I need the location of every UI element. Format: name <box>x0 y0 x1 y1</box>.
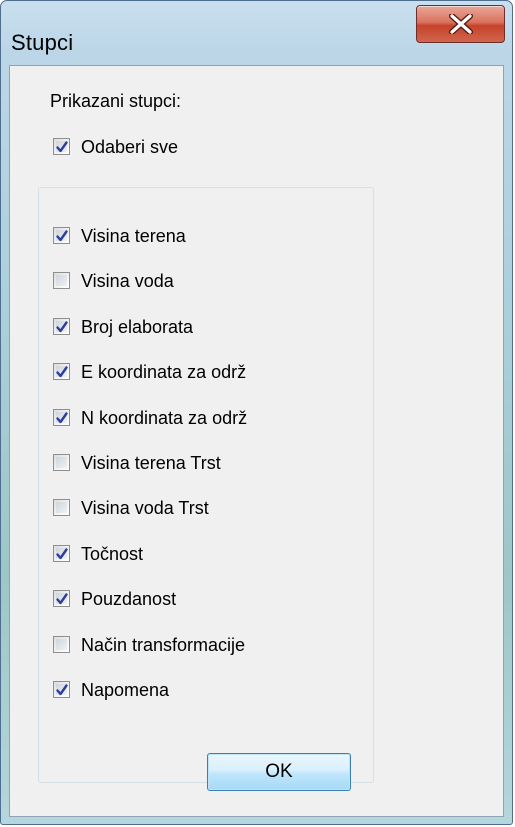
checkmark-icon <box>56 412 68 424</box>
column-label[interactable]: N koordinata za održ <box>81 408 247 429</box>
checkmark-icon <box>56 321 68 333</box>
column-checkbox[interactable] <box>53 409 70 426</box>
title-bar[interactable]: Stupci <box>1 1 512 65</box>
column-checkbox[interactable] <box>53 227 70 244</box>
column-checkbox[interactable] <box>53 318 70 335</box>
checkmark-icon <box>56 366 68 378</box>
checkmark-icon <box>56 593 68 605</box>
select-all-checkbox[interactable] <box>53 138 70 155</box>
checkmark-icon <box>56 141 68 153</box>
column-label[interactable]: Napomena <box>81 680 169 701</box>
column-label[interactable]: Način transformacije <box>81 635 245 656</box>
column-label[interactable]: Pouzdanost <box>81 589 176 610</box>
column-label[interactable]: Visina voda <box>81 271 174 292</box>
window-title: Stupci <box>11 30 74 55</box>
column-checkbox[interactable] <box>53 590 70 607</box>
column-checkbox[interactable] <box>53 681 70 698</box>
column-label[interactable]: Visina voda Trst <box>81 498 209 519</box>
column-label[interactable]: Visina terena Trst <box>81 453 221 474</box>
dialog-body: Prikazani stupci: Odaberi sve Visina ter… <box>9 65 504 817</box>
column-checkbox[interactable] <box>53 499 70 516</box>
column-checkbox[interactable] <box>53 636 70 653</box>
column-label[interactable]: Visina terena <box>81 226 186 247</box>
column-label[interactable]: E koordinata za održ <box>81 362 246 383</box>
shown-columns-label: Prikazani stupci: <box>50 91 182 111</box>
column-checkbox[interactable] <box>53 545 70 562</box>
ok-button[interactable]: OK <box>207 753 351 791</box>
column-checkbox[interactable] <box>53 272 70 289</box>
column-checkbox[interactable] <box>53 363 70 380</box>
dialog-window: Stupci Prikazani stupci: Odaberi sve Vis… <box>0 0 513 825</box>
checkmark-icon <box>56 684 68 696</box>
select-all-label[interactable]: Odaberi sve <box>81 137 178 158</box>
column-label[interactable]: Točnost <box>81 544 143 565</box>
checkmark-icon <box>56 548 68 560</box>
column-label[interactable]: Broj elaborata <box>81 317 193 338</box>
close-button[interactable] <box>416 5 505 43</box>
checkmark-icon <box>56 230 68 242</box>
column-checkbox[interactable] <box>53 454 70 471</box>
close-icon <box>449 14 473 34</box>
